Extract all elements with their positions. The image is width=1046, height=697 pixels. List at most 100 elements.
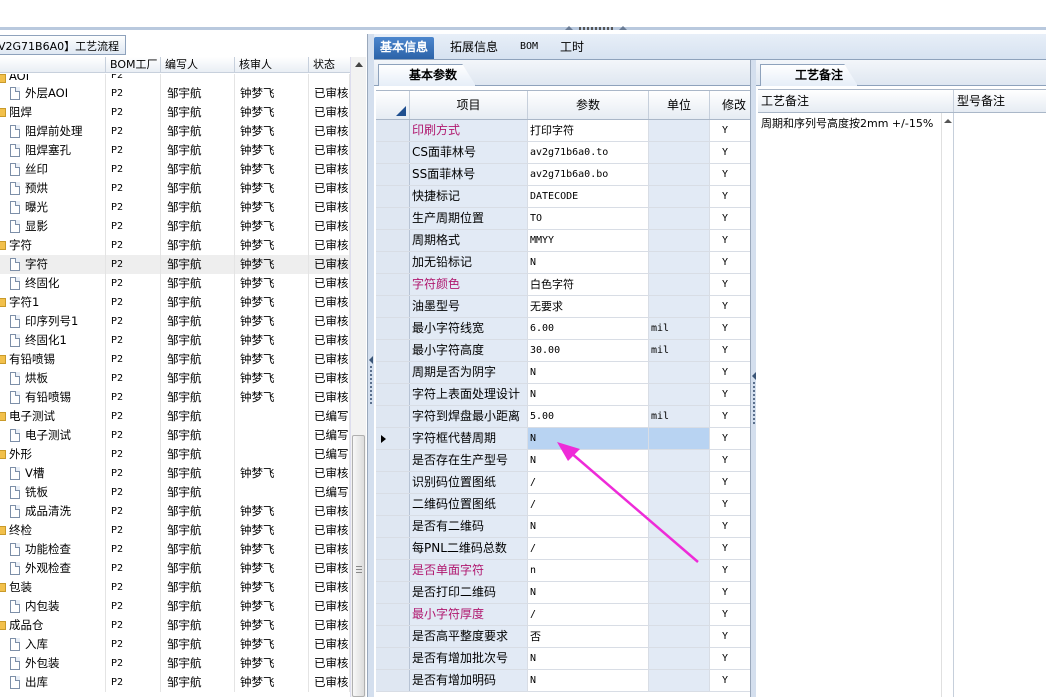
param-value-cell[interactable]: 5.00 [528,406,649,427]
param-modify-cell[interactable]: Y [710,538,751,559]
row-selector[interactable] [376,428,410,449]
param-row[interactable]: 是否打印二维码 N Y [376,582,751,604]
tree-row[interactable]: 外层AOI P2 邹宇航 钟梦飞 已审核 [0,84,350,103]
param-value-cell[interactable]: N [528,428,649,449]
col-model-note-header[interactable]: 型号备注 [954,90,1046,112]
param-unit-cell[interactable] [649,142,710,163]
tree-row[interactable]: 显影 P2 邹宇航 钟梦飞 已审核 [0,217,350,236]
col-status-header[interactable]: 状态 [309,57,350,72]
row-selector[interactable] [376,648,410,669]
param-row[interactable]: 是否有二维码 N Y [376,516,751,538]
tree-row[interactable]: 外形 P2 邹宇航 已编写 [0,445,350,464]
row-selector[interactable] [376,142,410,163]
col-modify-header[interactable]: 修改 [710,91,751,119]
row-selector[interactable] [376,582,410,603]
col-process-note-header[interactable]: 工艺备注 [758,90,954,112]
tree-row[interactable]: 丝印 P2 邹宇航 钟梦飞 已审核 [0,160,350,179]
tree-row[interactable]: 外观检查 P2 邹宇航 钟梦飞 已审核 [0,559,350,578]
param-modify-cell[interactable]: Y [710,472,751,493]
scroll-up-icon[interactable] [355,62,363,67]
tab-work-hours[interactable]: 工时 [554,37,590,59]
tree-row[interactable]: 功能检查 P2 邹宇航 钟梦飞 已审核 [0,540,350,559]
scroll-thumb[interactable] [352,435,365,697]
param-value-cell[interactable]: N [528,362,649,383]
tree-row[interactable]: 成品清洗 P2 邹宇航 钟梦飞 已审核 [0,502,350,521]
tree-row[interactable]: 阻焊前处理 P2 邹宇航 钟梦飞 已审核 [0,122,350,141]
param-modify-cell[interactable]: Y [710,120,751,141]
param-unit-cell[interactable] [649,274,710,295]
param-value-cell[interactable]: / [528,538,649,559]
tree-cell-name[interactable]: 丝印 [0,160,106,179]
tree-cell-name[interactable]: 电子测试 [0,407,106,426]
param-unit-cell[interactable] [649,582,710,603]
tree-cell-name[interactable]: 有铅喷锡 [0,350,106,369]
tab-basic-info[interactable]: 基本信息 [374,37,435,59]
param-unit-cell[interactable]: mil [649,340,710,361]
param-value-cell[interactable]: N [528,450,649,471]
tree-row[interactable]: 曝光 P2 邹宇航 钟梦飞 已审核 [0,198,350,217]
row-selector[interactable] [376,450,410,471]
row-selector[interactable] [376,626,410,647]
param-row[interactable]: 印刷方式 打印字符 Y [376,120,751,142]
param-unit-cell[interactable] [649,450,710,471]
tree-cell-name[interactable]: 成品清洗 [0,502,106,521]
param-value-cell[interactable]: / [528,604,649,625]
param-row[interactable]: 快捷标记 DATECODE Y [376,186,751,208]
param-unit-cell[interactable] [649,604,710,625]
param-unit-cell[interactable] [649,428,710,449]
row-selector[interactable] [376,362,410,383]
row-selector[interactable] [376,494,410,515]
param-unit-cell[interactable] [649,494,710,515]
param-row[interactable]: CS面菲林号 av2g71b6a0.to Y [376,142,751,164]
param-unit-cell[interactable] [649,230,710,251]
row-selector[interactable] [376,384,410,405]
tree-row[interactable]: 阻焊 P2 邹宇航 钟梦飞 已审核 [0,103,350,122]
row-selector[interactable] [376,296,410,317]
param-modify-cell[interactable]: Y [710,428,751,449]
param-unit-cell[interactable] [649,626,710,647]
param-value-cell[interactable]: av2g71b6a0.bo [528,164,649,185]
row-selector[interactable] [376,274,410,295]
tree-cell-name[interactable]: 终固化 [0,274,106,293]
param-modify-cell[interactable]: Y [710,274,751,295]
param-unit-cell[interactable] [649,538,710,559]
tree-row[interactable]: 字符 P2 邹宇航 钟梦飞 已审核 [0,255,350,274]
col-bom-header[interactable]: BOM工厂 [106,57,161,72]
tree-cell-name[interactable]: 阻焊前处理 [0,122,106,141]
row-selector[interactable] [376,164,410,185]
tree-cell-name[interactable]: 曝光 [0,198,106,217]
param-unit-cell[interactable] [649,472,710,493]
tree-cell-name[interactable]: V槽 [0,464,106,483]
param-row[interactable]: 最小字符厚度 / Y [376,604,751,626]
row-selector[interactable] [376,230,410,251]
tree-cell-name[interactable]: 内包装 [0,597,106,616]
tree-cell-name[interactable]: 有铅喷锡 [0,388,106,407]
tree-cell-name[interactable]: 终固化1 [0,331,106,350]
tree-cell-name[interactable]: 阻焊 [0,103,106,122]
tree-cell-name[interactable]: 预烘 [0,179,106,198]
tree-scrollbar[interactable] [350,57,366,697]
tree-row[interactable]: 包装 P2 邹宇航 钟梦飞 已审核 [0,578,350,597]
tree-row[interactable]: 外包装 P2 邹宇航 钟梦飞 已审核 [0,654,350,673]
tree-cell-name[interactable]: 终检 [0,521,106,540]
param-unit-cell[interactable] [649,208,710,229]
param-unit-cell[interactable] [649,164,710,185]
collapse-left-icon[interactable] [369,356,373,364]
tree-row[interactable]: 预烘 P2 邹宇航 钟梦飞 已审核 [0,179,350,198]
param-row[interactable]: 是否有增加明码 N Y [376,670,751,692]
tree-cell-name[interactable]: 包装 [0,578,106,597]
param-row[interactable]: 周期是否为阴字 N Y [376,362,751,384]
param-unit-cell[interactable] [649,186,710,207]
param-unit-cell[interactable] [649,670,710,691]
tree-cell-name[interactable]: AOI [0,74,106,84]
tab-bom[interactable]: BOM [514,37,544,59]
param-modify-cell[interactable]: Y [710,648,751,669]
param-modify-cell[interactable]: Y [710,164,751,185]
row-selector[interactable] [376,516,410,537]
tree-cell-name[interactable]: 字符 [0,236,106,255]
tree-row[interactable]: AOI P2 [0,74,350,84]
top-splitter-grip[interactable] [565,26,627,32]
param-modify-cell[interactable]: Y [710,516,751,537]
param-value-cell[interactable]: N [528,670,649,691]
row-selector[interactable] [376,406,410,427]
